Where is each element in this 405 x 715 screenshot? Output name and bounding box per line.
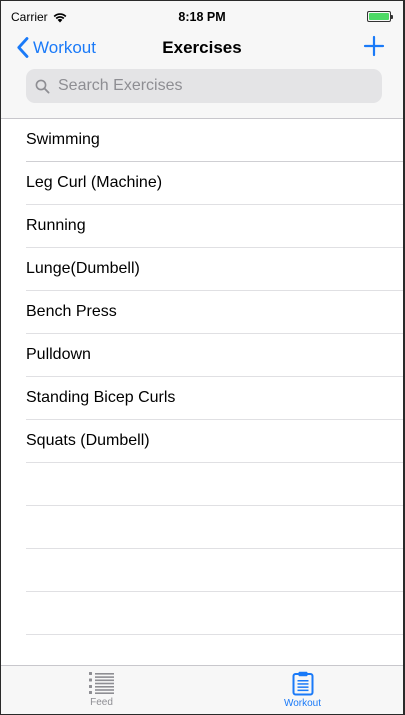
list-item[interactable]: Running (26, 205, 403, 248)
battery-level (369, 13, 389, 20)
tab-workout-label: Workout (283, 698, 322, 709)
list-item-label: Lunge(Dumbell) (26, 260, 140, 277)
empty-row (26, 549, 403, 592)
status-bar: Carrier 8:18 PM (1, 1, 403, 33)
list-item-label: Squats (Dumbell) (26, 432, 150, 449)
list-item[interactable]: Leg Curl (Machine) (26, 162, 403, 205)
page-title: Exercises (162, 38, 242, 57)
search-input[interactable] (56, 76, 382, 96)
search-icon (35, 79, 50, 93)
empty-row (26, 506, 403, 549)
list-item-label: Pulldown (26, 346, 91, 363)
search-field[interactable] (26, 69, 382, 103)
tab-feed[interactable]: Feed (1, 666, 202, 714)
empty-row (26, 592, 403, 635)
status-time: 8:18 PM (178, 10, 226, 24)
empty-row (26, 463, 403, 506)
list-item-label: Leg Curl (Machine) (26, 174, 163, 191)
list-item[interactable]: Bench Press (26, 291, 403, 334)
list-item[interactable]: Pulldown (26, 334, 403, 377)
phone-screen: Carrier 8:18 PM Workout Exercises Search… (0, 0, 405, 715)
list-item-label: Bench Press (26, 303, 117, 320)
list-item-label: Swimming (26, 131, 100, 148)
list-item-label: Standing Bicep Curls (26, 389, 176, 406)
list-item-label: Running (26, 217, 86, 234)
tab-feed-label: Feed (90, 697, 113, 708)
list-item[interactable]: Lunge(Dumbell) (26, 248, 403, 291)
exercise-list: Swimming Leg Curl (Machine) Running Lunge(D… (1, 119, 403, 635)
tab-workout[interactable]: Workout (202, 666, 403, 714)
tab-bar: Feed Workout (1, 665, 403, 714)
list-item[interactable]: Standing Bicep Curls (26, 377, 403, 420)
plus-icon[interactable] (363, 35, 385, 57)
list-icon (89, 672, 114, 694)
navigation-bar: Workout Exercises (1, 33, 403, 119)
clipboard-icon (292, 671, 313, 696)
list-item[interactable]: Squats (Dumbell) (26, 420, 403, 463)
list-item[interactable]: Swimming (26, 119, 403, 162)
battery-icon (367, 11, 393, 22)
